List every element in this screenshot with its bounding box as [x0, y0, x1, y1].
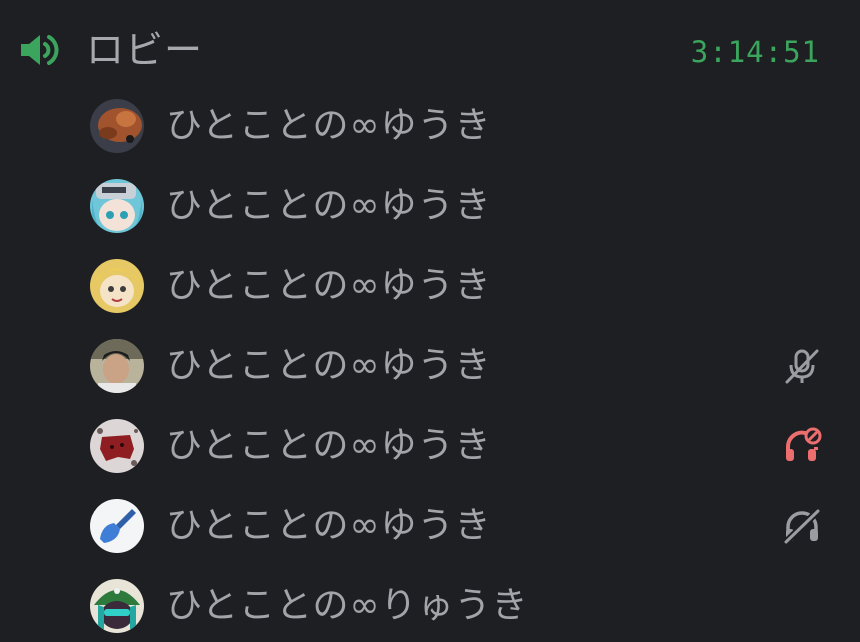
- member-name: ひとことの∞りゅうき: [166, 585, 529, 626]
- member-row[interactable]: ひとことの∞ゆうき: [0, 250, 860, 322]
- avatar[interactable]: [90, 259, 144, 313]
- avatar[interactable]: [90, 339, 144, 393]
- avatar[interactable]: [90, 99, 144, 153]
- voice-channel-header[interactable]: ロビー 3:14:51: [0, 0, 860, 100]
- member-name: ひとことの∞ゆうき: [166, 345, 492, 386]
- member-row[interactable]: ひとことの∞ゆうき: [0, 90, 860, 162]
- avatar[interactable]: [90, 419, 144, 473]
- avatar[interactable]: [90, 579, 144, 633]
- member-row[interactable]: ひとことの∞ゆうき: [0, 170, 860, 242]
- avatar[interactable]: [90, 179, 144, 233]
- avatar[interactable]: [90, 499, 144, 553]
- server-deafened-icon: [785, 427, 822, 461]
- member-name: ひとことの∞ゆうき: [166, 425, 492, 466]
- member-row[interactable]: ひとことの∞ゆうき: [0, 330, 860, 402]
- member-row[interactable]: ひとことの∞ゆうき: [0, 410, 860, 482]
- channel-timer: 3:14:51: [690, 35, 820, 69]
- member-name: ひとことの∞ゆうき: [166, 265, 492, 306]
- speaker-icon: [21, 35, 59, 65]
- member-name: ひとことの∞ゆうき: [166, 185, 492, 226]
- member-row[interactable]: ひとことの∞ゆうき: [0, 490, 860, 562]
- member-row[interactable]: ひとことの∞りゅうき: [0, 570, 860, 642]
- member-name: ひとことの∞ゆうき: [166, 105, 492, 146]
- deafened-headphones-icon: [783, 508, 821, 545]
- member-name: ひとことの∞ゆうき: [166, 505, 492, 546]
- channel-name: ロビー: [86, 28, 204, 72]
- muted-mic-icon: [785, 349, 819, 384]
